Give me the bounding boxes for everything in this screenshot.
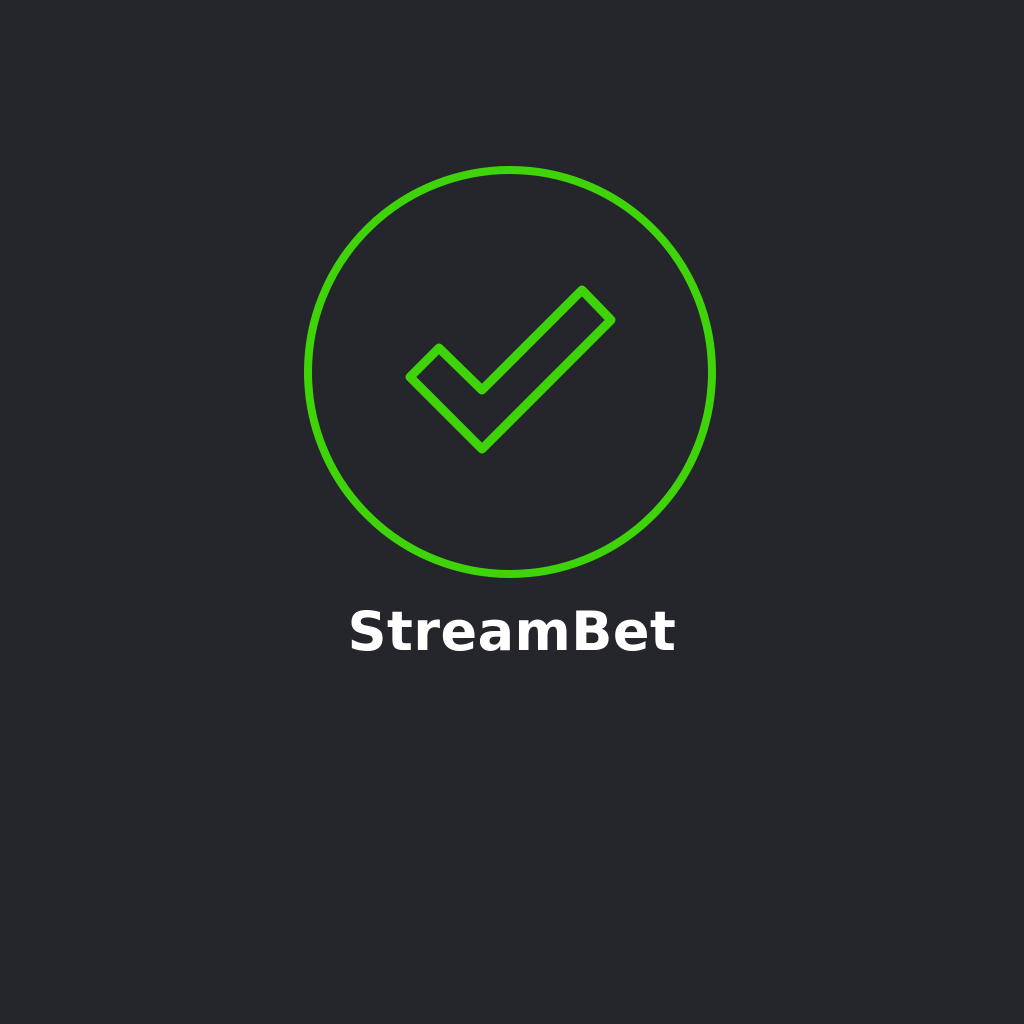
check-circle-ring: [304, 166, 716, 578]
check-circle-icon: [303, 165, 717, 579]
checkmark-shape: [405, 285, 616, 454]
splash-logo: StreamBet: [0, 0, 1024, 1024]
brand-name: StreamBet: [347, 600, 677, 663]
